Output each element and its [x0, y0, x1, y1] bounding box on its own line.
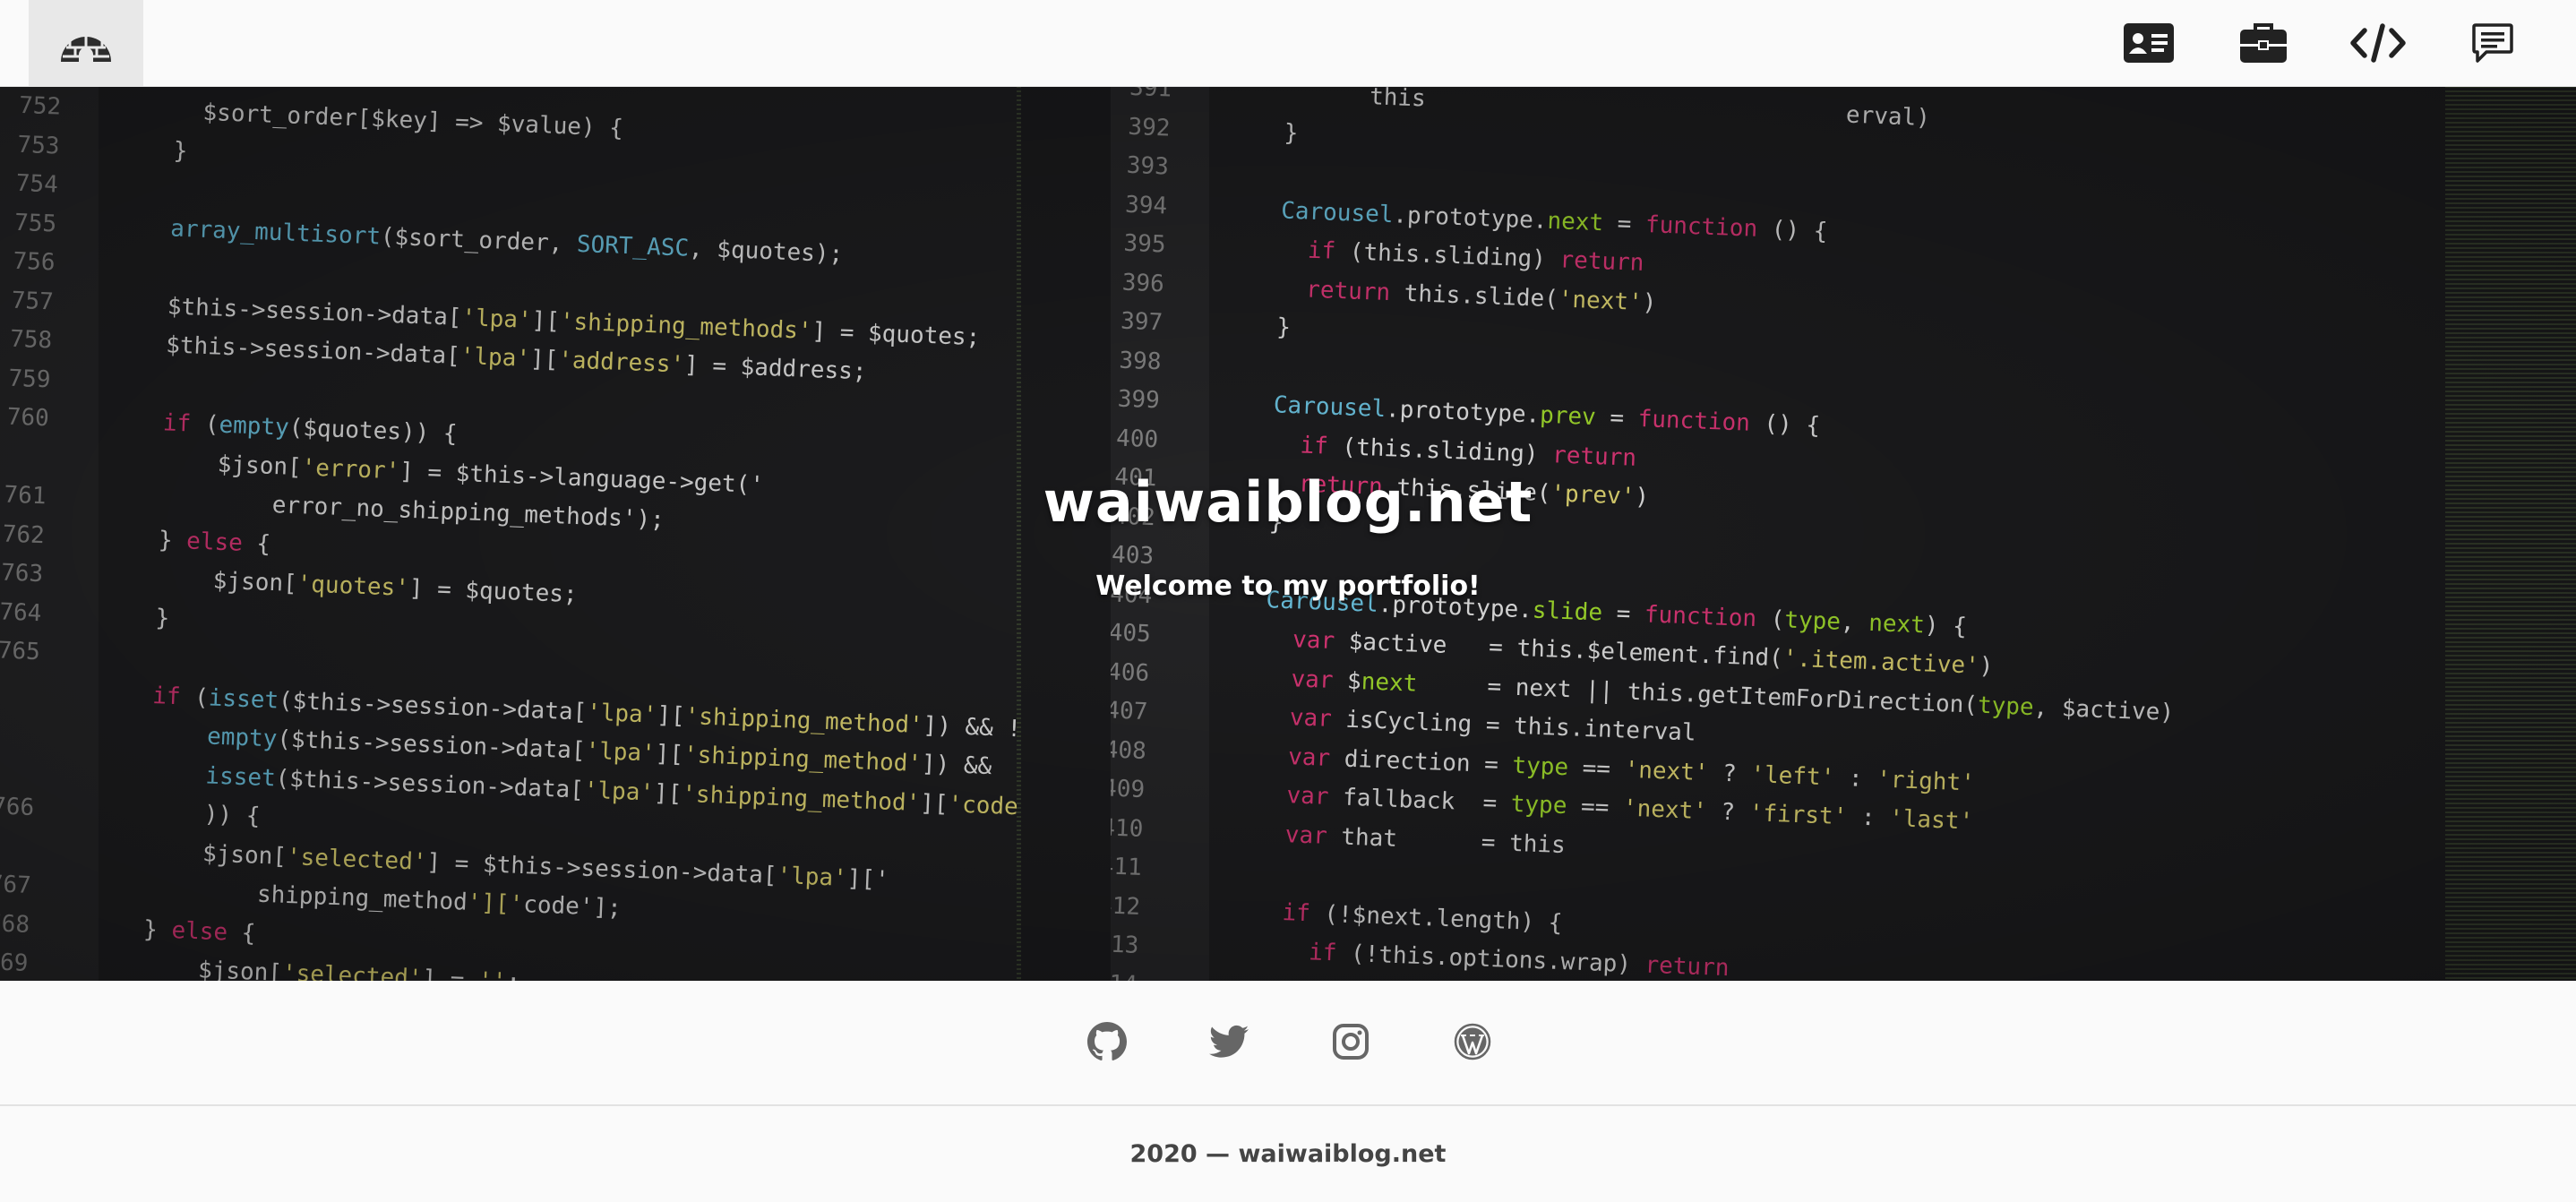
twitter-link[interactable]	[1207, 1022, 1250, 1065]
comment-icon	[2472, 22, 2513, 64]
social-links	[0, 981, 2576, 1106]
id-card-icon	[2124, 23, 2174, 63]
home-button[interactable]	[29, 0, 143, 86]
top-navbar	[0, 0, 2576, 87]
nav-work-button[interactable]	[2235, 14, 2292, 72]
nav-about-button[interactable]	[2120, 14, 2177, 72]
instagram-icon	[1332, 1023, 1370, 1064]
site-title: waiwaiblog.net	[1043, 469, 1533, 535]
code-icon	[2350, 23, 2406, 63]
twitter-icon	[1209, 1025, 1249, 1062]
nav-contact-button[interactable]	[2464, 14, 2521, 72]
wordpress-icon	[1454, 1023, 1491, 1064]
footer-copyright: 2020 — waiwaiblog.net	[1129, 1140, 1447, 1168]
nav-code-button[interactable]	[2349, 14, 2407, 72]
hero-banner: 752 $sort_order[$key] => $value) {753 }7…	[0, 86, 2576, 981]
instagram-link[interactable]	[1329, 1022, 1372, 1065]
wordpress-link[interactable]	[1451, 1022, 1494, 1065]
github-link[interactable]	[1086, 1022, 1129, 1065]
igloo-icon	[59, 21, 113, 65]
github-icon	[1087, 1022, 1127, 1065]
footer: 2020 — waiwaiblog.net	[0, 1106, 2576, 1202]
briefcase-icon	[2240, 22, 2287, 64]
site-subtitle: Welcome to my portfolio!	[1095, 571, 1481, 602]
